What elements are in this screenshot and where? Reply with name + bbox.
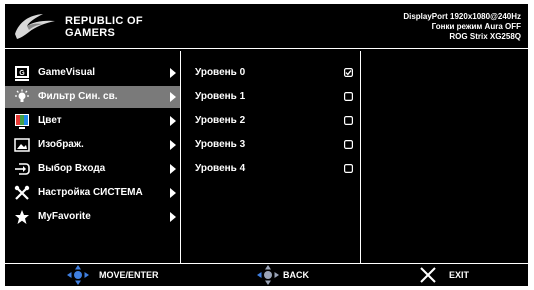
tools-icon <box>14 185 30 200</box>
menu-item-label: Цвет <box>38 115 62 126</box>
model-text: ROG Strix XG258Q <box>449 32 521 41</box>
checkbox-empty-icon <box>344 164 353 173</box>
header-bar: REPUBLIC OF GAMERS DisplayPort 1920x1080… <box>5 4 528 46</box>
menu-item-label: MyFavorite <box>38 211 91 222</box>
close-x-icon <box>420 267 436 283</box>
option-label: Уровень 2 <box>195 115 246 126</box>
menu-item-input-select[interactable]: Выбор Входа <box>5 158 180 180</box>
image-icon <box>14 138 30 152</box>
brand-line-1: REPUBLIC OF <box>65 15 143 27</box>
exit-label: EXIT <box>449 270 470 280</box>
mode-aura-text: Гонки режим Aura OFF <box>431 22 521 31</box>
status-info: DisplayPort 1920x1080@240Hz Гонки режим … <box>403 12 521 42</box>
main-menu: G GameVisual Фильтр Син. св. Цвет Изобра… <box>5 51 180 263</box>
option-label: Уровень 3 <box>195 139 246 150</box>
level-3-option[interactable]: Уровень 3 <box>181 134 360 156</box>
detail-panel <box>361 51 528 263</box>
move-enter-label: MOVE/ENTER <box>99 270 159 280</box>
menu-item-image[interactable]: Изображ. <box>5 134 180 156</box>
back-label: BACK <box>283 270 309 280</box>
joystick-4way-icon <box>67 265 89 285</box>
option-label: Уровень 1 <box>195 91 246 102</box>
footer-bar: MOVE/ENTER BACK EXIT <box>5 264 528 286</box>
level-1-option[interactable]: Уровень 1 <box>181 86 360 108</box>
checkbox-empty-icon <box>344 116 353 125</box>
chevron-right-icon <box>170 188 176 198</box>
back-hint[interactable]: BACK <box>257 264 337 286</box>
menu-item-label: Фильтр Син. св. <box>38 91 118 102</box>
gamevisual-icon: G <box>15 66 29 81</box>
chevron-right-icon <box>170 140 176 150</box>
level-4-option[interactable]: Уровень 4 <box>181 158 360 180</box>
menu-item-gamevisual[interactable]: G GameVisual <box>5 62 180 84</box>
move-enter-hint[interactable]: MOVE/ENTER <box>67 264 187 286</box>
input-select-icon <box>15 163 30 175</box>
menu-item-system-setup[interactable]: Настройка СИСТЕМА <box>5 182 180 204</box>
level-2-option[interactable]: Уровень 2 <box>181 110 360 132</box>
svg-text:G: G <box>19 70 25 77</box>
chevron-right-icon <box>170 68 176 78</box>
menu-item-myfavorite[interactable]: MyFavorite <box>5 206 180 228</box>
blue-light-bulb-icon <box>15 89 29 102</box>
header-divider <box>5 48 528 49</box>
menu-item-label: Выбор Входа <box>38 163 106 174</box>
sub-menu: Уровень 0 Уровень 1 Уровень 2 Уровень 3 <box>181 51 360 263</box>
chevron-right-icon <box>170 92 176 102</box>
menu-item-blue-light-filter[interactable]: Фильтр Син. св. <box>5 86 180 108</box>
chevron-right-icon <box>170 212 176 222</box>
brand-text: REPUBLIC OF GAMERS <box>65 15 143 39</box>
rog-logo-icon <box>15 14 55 39</box>
menu-item-label: Изображ. <box>38 139 84 150</box>
menu-item-label: Настройка СИСТЕМА <box>38 187 143 198</box>
star-icon <box>15 210 29 224</box>
joystick-left-icon <box>257 265 279 285</box>
chevron-right-icon <box>170 116 176 126</box>
exit-hint[interactable]: EXIT <box>419 264 479 286</box>
checkbox-empty-icon <box>344 140 353 149</box>
brand-line-2: GAMERS <box>65 27 116 39</box>
menu-item-color[interactable]: Цвет <box>5 110 180 132</box>
checkbox-empty-icon <box>344 92 353 101</box>
option-label: Уровень 0 <box>195 67 246 78</box>
chevron-right-icon <box>170 164 176 174</box>
osd-window: REPUBLIC OF GAMERS DisplayPort 1920x1080… <box>5 4 528 286</box>
color-icon <box>15 114 29 129</box>
option-label: Уровень 4 <box>195 163 246 174</box>
menu-item-label: GameVisual <box>38 67 96 78</box>
input-resolution-text: DisplayPort 1920x1080@240Hz <box>403 12 521 21</box>
level-0-option[interactable]: Уровень 0 <box>181 62 360 84</box>
checkbox-checked-icon <box>344 68 353 77</box>
